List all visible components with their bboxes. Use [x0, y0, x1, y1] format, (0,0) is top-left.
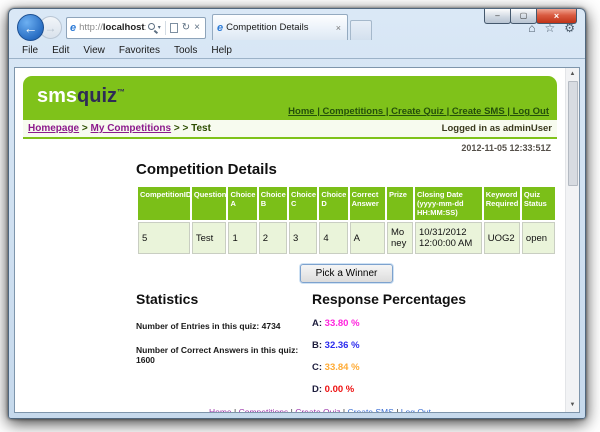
window-controls: – ▢ ×: [484, 9, 577, 24]
response-percentages-section: Response Percentages A: 33.80 % B: 32.36…: [312, 291, 466, 395]
scroll-up-icon[interactable]: ▲: [570, 68, 576, 81]
cell-choice-d: 4: [319, 222, 348, 254]
percentage-d: D: 0.00 %: [312, 384, 355, 395]
cell-prize: Money: [387, 222, 413, 254]
web-page: smsquiz™ Home | Competitions | Create Qu…: [15, 68, 565, 412]
col-choice-a: Choice A: [228, 187, 257, 220]
divider: [164, 20, 166, 35]
cell-closing-date: 10/31/2012 12:00:00 AM: [414, 222, 482, 254]
col-question: Question: [191, 187, 227, 220]
browser-viewport: smsquiz™ Home | Competitions | Create Qu…: [14, 67, 580, 413]
menu-bar: File Edit View Favorites Tools Help: [9, 42, 585, 59]
tab-close-icon[interactable]: ×: [334, 23, 343, 33]
competition-table: CompetitionID Question Choice A Choice B…: [136, 185, 557, 256]
menu-view[interactable]: View: [76, 45, 112, 56]
cell-competition-id: 5: [138, 222, 190, 254]
menu-file[interactable]: File: [15, 45, 45, 56]
cell-correct-answer: A: [349, 222, 386, 254]
refresh-icon[interactable]: ↻: [182, 22, 190, 33]
breadcrumb-homepage-link[interactable]: Homepage: [28, 123, 79, 134]
menu-tools[interactable]: Tools: [167, 45, 204, 56]
breadcrumb: Homepage > My Competitions > > Test: [28, 123, 211, 134]
col-keyword-required: Keyword Required: [483, 187, 520, 220]
site-header: smsquiz™ Home | Competitions | Create Qu…: [23, 76, 557, 120]
page-title: Competition Details: [136, 161, 277, 178]
col-correct-answer: Correct Answer: [349, 187, 386, 220]
back-button[interactable]: ←: [17, 14, 44, 41]
entries-count: Number of Entries in this quiz: 4734: [136, 321, 281, 331]
smsquiz-logo: smsquiz™: [37, 85, 126, 107]
footer-create-sms-link[interactable]: Create SMS: [348, 407, 394, 412]
breadcrumb-my-competitions-link[interactable]: My Competitions: [91, 123, 172, 134]
col-quiz-status: Quiz Status: [521, 187, 555, 220]
percentage-a: A: 33.80 %: [312, 318, 360, 329]
menu-favorites[interactable]: Favorites: [112, 45, 167, 56]
search-dropdown-caret-icon[interactable]: ▾: [158, 24, 161, 31]
percentage-c: C: 33.84 %: [312, 362, 360, 373]
compatibility-view-icon[interactable]: [169, 22, 178, 33]
menu-help[interactable]: Help: [204, 45, 239, 56]
server-timestamp: 2012-11-05 12:33:51Z: [461, 143, 551, 153]
vertical-scrollbar[interactable]: ▲ ▼: [565, 68, 579, 412]
footer-log-out-link[interactable]: Log Out: [401, 407, 431, 412]
statistics-title: Statistics: [136, 291, 199, 307]
tab-title: Competition Details: [226, 22, 309, 33]
ie-icon: e: [70, 21, 77, 34]
percentage-b: B: 32.36 %: [312, 340, 360, 351]
footer-create-quiz-link[interactable]: Create Quiz: [295, 407, 340, 412]
col-choice-b: Choice B: [258, 187, 288, 220]
minimize-button[interactable]: –: [484, 9, 511, 24]
correct-count: Number of Correct Answers in this quiz: …: [136, 345, 299, 365]
logged-in-status: Logged in as adminUser: [441, 123, 552, 134]
browser-tab[interactable]: e Competition Details ×: [212, 14, 348, 40]
browser-window: – ▢ × ← → e http://localhost:90/com ▾ ↻ …: [8, 8, 586, 419]
footer-links: Home | Competitions | Create Quiz | Crea…: [136, 407, 504, 412]
cell-keyword-required: UOG2: [483, 222, 520, 254]
url-text[interactable]: http://localhost:90/com: [79, 22, 146, 33]
footer-competitions-link[interactable]: Competitions: [239, 407, 289, 412]
maximize-button[interactable]: ▢: [510, 9, 537, 24]
cell-question: Test: [191, 222, 227, 254]
menu-edit[interactable]: Edit: [45, 45, 76, 56]
cell-quiz-status: open: [521, 222, 555, 254]
new-tab-button[interactable]: [350, 20, 372, 40]
cell-choice-b: 2: [258, 222, 288, 254]
close-button[interactable]: ×: [536, 9, 577, 24]
cell-choice-c: 3: [289, 222, 318, 254]
footer-home-link[interactable]: Home: [209, 407, 232, 412]
scrollbar-thumb[interactable]: [567, 81, 578, 186]
table-row: 5 Test 1 2 3 4 A Money 10/31/2012 12:00:…: [138, 222, 555, 254]
table-header-row: CompetitionID Question Choice A Choice B…: [138, 187, 555, 220]
statistics-section: Statistics Number of Entries in this qui…: [136, 291, 312, 395]
response-percentages-title: Response Percentages: [312, 291, 467, 307]
search-icon[interactable]: [147, 23, 155, 30]
breadcrumb-bar: Homepage > My Competitions > > Test Logg…: [23, 120, 557, 139]
col-closing-date: Closing Date (yyyy-mm-dd HH:MM:SS): [414, 187, 482, 220]
tab-favicon-ie-icon: e: [217, 21, 224, 34]
stop-icon[interactable]: ×: [194, 22, 200, 33]
scroll-down-icon[interactable]: ▼: [570, 399, 576, 412]
header-nav-links[interactable]: Home | Competitions | Create Quiz | Crea…: [288, 106, 549, 117]
breadcrumb-current: Test: [191, 123, 211, 134]
pick-a-winner-button[interactable]: Pick a Winner: [299, 264, 394, 283]
address-bar[interactable]: e http://localhost:90/com ▾ ↻ ×: [66, 16, 206, 39]
col-prize: Prize: [387, 187, 413, 220]
cell-choice-a: 1: [228, 222, 257, 254]
col-choice-d: Choice D: [319, 187, 348, 220]
col-competition-id: CompetitionID: [138, 187, 191, 220]
col-choice-c: Choice C: [289, 187, 318, 220]
